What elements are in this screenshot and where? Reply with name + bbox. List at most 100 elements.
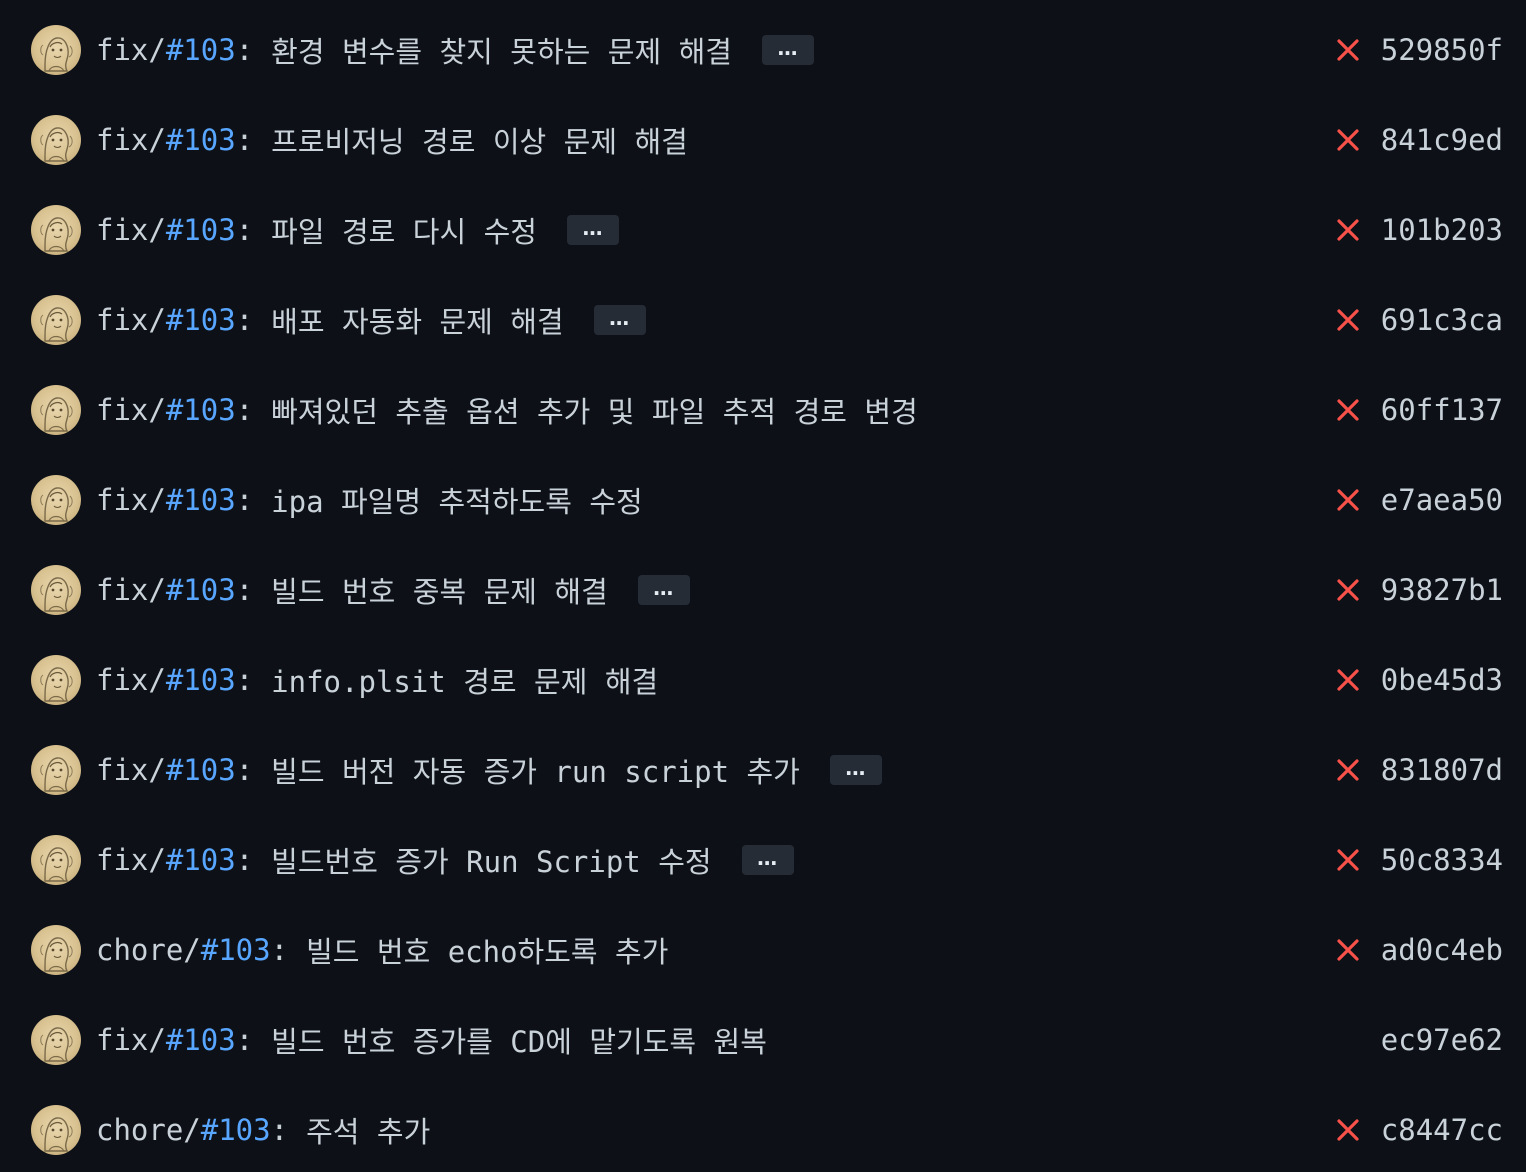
commit-separator[interactable]: :: [236, 213, 253, 247]
commit-separator[interactable]: :: [236, 33, 253, 67]
author-avatar[interactable]: [31, 25, 81, 75]
commit-separator[interactable]: :: [236, 483, 253, 517]
commit-subject[interactable]: 빌드 버전 자동 증가 run script 추가: [271, 749, 800, 791]
commit-type-prefix[interactable]: chore/: [96, 933, 201, 967]
commit-separator[interactable]: :: [271, 933, 288, 967]
author-avatar[interactable]: [31, 1015, 81, 1065]
commit-type-prefix[interactable]: fix/: [96, 33, 166, 67]
commit-sha-link[interactable]: 529850f: [1381, 33, 1503, 67]
issue-link[interactable]: #103: [166, 753, 236, 787]
issue-link[interactable]: #103: [166, 573, 236, 607]
x-icon[interactable]: [1335, 937, 1361, 963]
commit-type-prefix[interactable]: fix/: [96, 303, 166, 337]
commit-subject[interactable]: 환경 변수를 찾지 못하는 문제 해결: [271, 29, 732, 71]
commit-subject[interactable]: 빠져있던 추출 옵션 추가 및 파일 추적 경로 변경: [271, 389, 918, 431]
commit-type-prefix[interactable]: fix/: [96, 483, 166, 517]
commit-subject[interactable]: 주석 추가: [306, 1109, 430, 1151]
x-icon[interactable]: [1335, 757, 1361, 783]
author-avatar[interactable]: [31, 295, 81, 345]
commit-subject[interactable]: 빌드 번호 중복 문제 해결: [271, 569, 608, 611]
author-avatar[interactable]: [31, 115, 81, 165]
commit-subject[interactable]: 배포 자동화 문제 해결: [271, 299, 564, 341]
commit-message[interactable]: chore/#103: 빌드 번호 echo하도록 추가: [96, 929, 668, 971]
issue-link[interactable]: #103: [166, 123, 236, 157]
x-icon[interactable]: [1335, 307, 1361, 333]
commit-message[interactable]: fix/#103: info.plsit 경로 문제 해결: [96, 659, 658, 701]
issue-link[interactable]: #103: [166, 663, 236, 697]
issue-link[interactable]: #103: [166, 483, 236, 517]
x-icon[interactable]: [1335, 397, 1361, 423]
show-description-button[interactable]: …: [761, 35, 814, 65]
commit-sha-link[interactable]: 691c3ca: [1381, 303, 1503, 337]
author-avatar[interactable]: [31, 1105, 81, 1155]
author-avatar[interactable]: [31, 205, 81, 255]
commit-type-prefix[interactable]: chore/: [96, 1113, 201, 1147]
commit-sha-link[interactable]: 60ff137: [1381, 393, 1503, 427]
commit-separator[interactable]: :: [236, 573, 253, 607]
x-icon[interactable]: [1335, 577, 1361, 603]
commit-message[interactable]: fix/#103: 빌드 번호 증가를 CD에 맡기도록 원복: [96, 1019, 767, 1061]
commit-subject[interactable]: 프로비저닝 경로 이상 문제 해결: [271, 119, 688, 161]
commit-subject[interactable]: ipa 파일명 추적하도록 수정: [271, 479, 643, 521]
issue-link[interactable]: #103: [166, 843, 236, 877]
x-icon[interactable]: [1335, 667, 1361, 693]
commit-message[interactable]: fix/#103: 프로비저닝 경로 이상 문제 해결: [96, 119, 688, 161]
commit-type-prefix[interactable]: fix/: [96, 663, 166, 697]
issue-link[interactable]: #103: [166, 33, 236, 67]
commit-type-prefix[interactable]: fix/: [96, 1023, 166, 1057]
commit-type-prefix[interactable]: fix/: [96, 393, 166, 427]
commit-message[interactable]: fix/#103: 환경 변수를 찾지 못하는 문제 해결 …: [96, 29, 814, 71]
issue-link[interactable]: #103: [166, 1023, 236, 1057]
commit-sha-link[interactable]: e7aea50: [1381, 483, 1503, 517]
issue-link[interactable]: #103: [166, 303, 236, 337]
author-avatar[interactable]: [31, 835, 81, 885]
x-icon[interactable]: [1335, 1117, 1361, 1143]
commit-message[interactable]: fix/#103: 파일 경로 다시 수정…: [96, 209, 619, 251]
commit-sha-link[interactable]: ec97e62: [1381, 1023, 1503, 1057]
issue-link[interactable]: #103: [166, 393, 236, 427]
author-avatar[interactable]: [31, 925, 81, 975]
commit-type-prefix[interactable]: fix/: [96, 123, 166, 157]
commit-message[interactable]: fix/#103: 빌드 버전 자동 증가 run script 추가 …: [96, 749, 882, 791]
show-description-button[interactable]: …: [566, 215, 619, 245]
commit-separator[interactable]: :: [236, 1023, 253, 1057]
show-description-button[interactable]: …: [829, 755, 882, 785]
commit-message[interactable]: chore/#103: 주석 추가: [96, 1109, 430, 1151]
commit-separator[interactable]: :: [236, 843, 253, 877]
author-avatar[interactable]: [31, 385, 81, 435]
issue-link[interactable]: #103: [166, 213, 236, 247]
author-avatar[interactable]: [31, 565, 81, 615]
commit-subject[interactable]: 빌드 번호 echo하도록 추가: [306, 929, 668, 971]
commit-sha-link[interactable]: 101b203: [1381, 213, 1503, 247]
x-icon[interactable]: [1335, 847, 1361, 873]
commit-type-prefix[interactable]: fix/: [96, 843, 166, 877]
commit-sha-link[interactable]: 0be45d3: [1381, 663, 1503, 697]
author-avatar[interactable]: [31, 655, 81, 705]
commit-separator[interactable]: :: [236, 303, 253, 337]
show-description-button[interactable]: …: [741, 845, 794, 875]
commit-subject[interactable]: 빌드번호 증가 Run Script 수정: [271, 839, 711, 881]
author-avatar[interactable]: [31, 745, 81, 795]
show-description-button[interactable]: …: [593, 305, 646, 335]
commit-sha-link[interactable]: ad0c4eb: [1381, 933, 1503, 967]
author-avatar[interactable]: [31, 475, 81, 525]
commit-sha-link[interactable]: 93827b1: [1381, 573, 1503, 607]
issue-link[interactable]: #103: [201, 933, 271, 967]
issue-link[interactable]: #103: [201, 1113, 271, 1147]
commit-separator[interactable]: :: [236, 393, 253, 427]
commit-type-prefix[interactable]: fix/: [96, 753, 166, 787]
commit-message[interactable]: fix/#103: 빌드 번호 중복 문제 해결 …: [96, 569, 690, 611]
commit-separator[interactable]: :: [271, 1113, 288, 1147]
commit-type-prefix[interactable]: fix/: [96, 573, 166, 607]
commit-message[interactable]: fix/#103: 빠져있던 추출 옵션 추가 및 파일 추적 경로 변경: [96, 389, 918, 431]
x-icon[interactable]: [1335, 37, 1361, 63]
x-icon[interactable]: [1335, 217, 1361, 243]
commit-message[interactable]: fix/#103: 배포 자동화 문제 해결 …: [96, 299, 646, 341]
commit-separator[interactable]: :: [236, 663, 253, 697]
commit-message[interactable]: fix/#103: 빌드번호 증가 Run Script 수정 …: [96, 839, 794, 881]
commit-type-prefix[interactable]: fix/: [96, 213, 166, 247]
show-description-button[interactable]: …: [637, 575, 690, 605]
commit-separator[interactable]: :: [236, 753, 253, 787]
commit-separator[interactable]: :: [236, 123, 253, 157]
commit-sha-link[interactable]: 50c8334: [1381, 843, 1503, 877]
